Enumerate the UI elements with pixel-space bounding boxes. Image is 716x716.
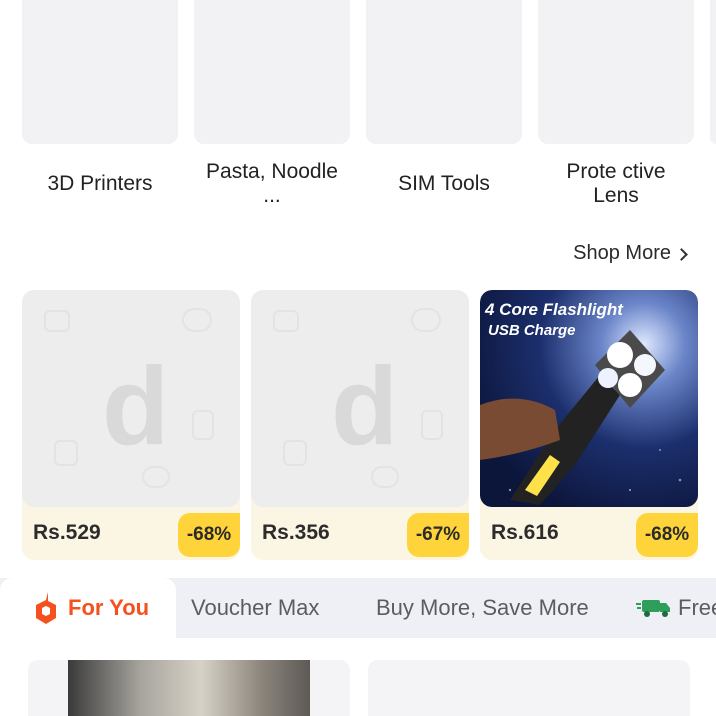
tab-free-delivery[interactable]: Free xyxy=(636,578,716,638)
price-row: Rs.356 -67% xyxy=(251,507,469,560)
discount-badge: -68% xyxy=(636,513,698,557)
discount-badge: -68% xyxy=(178,513,240,557)
category-label: 3D Printers xyxy=(47,172,153,195)
category-image xyxy=(538,0,694,144)
brand-logo-icon: d xyxy=(102,345,170,468)
price-row: Rs.616 -68% xyxy=(480,507,698,560)
category-3d-printers[interactable]: 3D Printers xyxy=(22,0,178,210)
tab-voucher-max[interactable]: Voucher Max xyxy=(191,578,319,638)
shop-more-link[interactable]: Shop More xyxy=(573,242,688,265)
product-card[interactable]: d Rs.356 -67% xyxy=(251,290,469,560)
brand-logo-icon: d xyxy=(331,345,399,468)
product-image-placeholder: d xyxy=(251,290,469,507)
product-image-flashlight: 4 Core Flashlight USB Charge xyxy=(480,290,698,507)
tab-for-you[interactable]: For You xyxy=(0,578,176,638)
product-card[interactable]: d Rs.529 -68% xyxy=(22,290,240,560)
image-subtitle: USB Charge xyxy=(488,322,576,339)
price-row: Rs.529 -68% xyxy=(22,507,240,560)
category-next-peek[interactable] xyxy=(710,0,716,144)
shop-more-label: Shop More xyxy=(573,242,671,264)
category-image xyxy=(194,0,350,144)
category-sim-tools[interactable]: SIM Tools xyxy=(366,0,522,210)
product-price: Rs.529 xyxy=(33,521,101,544)
category-image xyxy=(22,0,178,144)
brand-logo-icon xyxy=(36,592,56,624)
category-label: Prote ctive Lens xyxy=(566,160,666,207)
tab-label: Buy More, Save More xyxy=(376,595,589,620)
category-label: Pasta, Noodle ... xyxy=(206,160,338,207)
category-protective-lens[interactable]: Prote ctive Lens xyxy=(538,0,694,210)
category-row: 3D Printers Pasta, Noodle ... SIM Tools … xyxy=(0,0,716,215)
tab-label: For You xyxy=(68,595,150,620)
tab-buy-more-save-more[interactable]: Buy More, Save More xyxy=(376,578,589,638)
tab-label: Free xyxy=(678,595,716,620)
feed-tab-bar: For You Voucher Max Buy More, Save More … xyxy=(0,578,716,638)
product-price: Rs.616 xyxy=(491,521,559,544)
category-label: SIM Tools xyxy=(398,172,490,195)
feed-product-image xyxy=(68,660,310,716)
image-title: 4 Core Flashlight xyxy=(485,300,623,319)
product-card[interactable]: 4 Core Flashlight USB Charge Rs.616 -68% xyxy=(480,290,698,560)
category-pasta-noodle[interactable]: Pasta, Noodle ... xyxy=(194,0,350,210)
feed-product-card[interactable] xyxy=(368,660,690,716)
chevron-right-icon xyxy=(675,247,688,261)
product-price: Rs.356 xyxy=(262,521,330,544)
tab-label: Voucher Max xyxy=(191,595,320,620)
category-image xyxy=(366,0,522,144)
product-image-placeholder: d xyxy=(22,290,240,507)
feed-product-card[interactable] xyxy=(28,660,350,716)
free-delivery-truck-icon xyxy=(636,600,670,617)
discount-badge: -67% xyxy=(407,513,469,557)
